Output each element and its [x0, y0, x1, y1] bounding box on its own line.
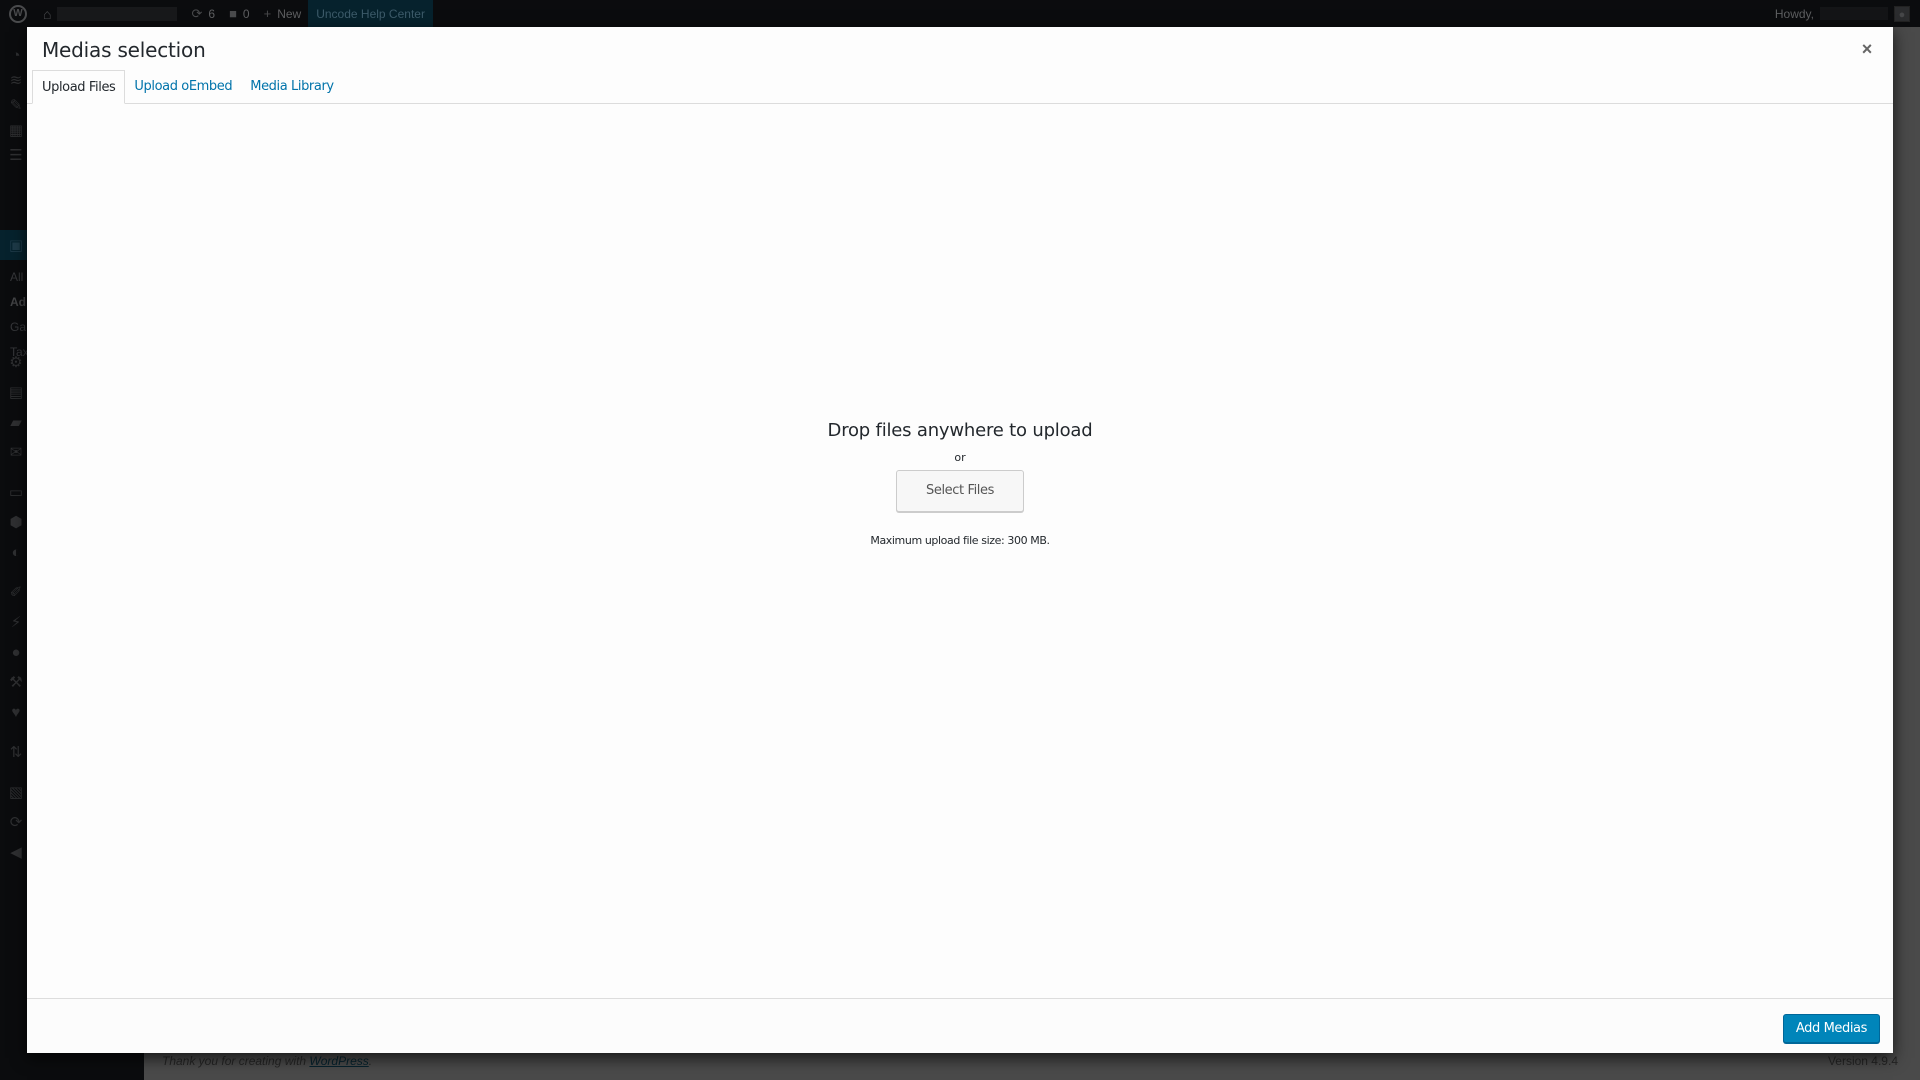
or-text: or — [954, 451, 966, 464]
pages-icon[interactable]: ▤ — [6, 382, 26, 402]
admin-bar: W ⌂ ⟳ 6 ■ 0 + New Uncode Help Center How… — [0, 0, 1920, 27]
home-icon: ⌂ — [43, 5, 52, 22]
appearance-icon[interactable]: ✐ — [6, 582, 26, 602]
max-upload-size: Maximum upload file size: 300 MB. — [870, 534, 1050, 547]
products-icon[interactable]: ⬢ — [6, 512, 26, 532]
media-icon: ▣ — [8, 237, 24, 254]
help-center-link[interactable]: Uncode Help Center — [308, 0, 433, 27]
avatar-icon: ● — [1894, 5, 1910, 22]
tab-upload-oembed[interactable]: Upload oEmbed — [125, 70, 241, 103]
tools-icon[interactable]: ⚒ — [6, 672, 26, 692]
rows-icon[interactable]: ☰ — [6, 145, 26, 165]
updates-count: 6 — [208, 6, 216, 21]
site-name-redacted — [57, 6, 178, 21]
footer-thanks-text: Thank you for creating with — [162, 1054, 310, 1068]
submenu-all[interactable]: All — [10, 270, 23, 284]
plus-icon: + — [263, 6, 272, 21]
add-medias-button[interactable]: Add Medias — [1782, 1014, 1880, 1043]
updates-icon: ⟳ — [191, 5, 203, 21]
site-name-menu[interactable]: ⌂ — [36, 0, 184, 27]
layers-icon[interactable]: ≋ — [6, 70, 26, 90]
mail-icon[interactable]: ✉ — [6, 442, 26, 462]
new-label: New — [277, 6, 302, 21]
footer-version: Version 4.9.4 — [1827, 1054, 1898, 1068]
medias-selection-modal: Medias selection × Upload Files Upload o… — [27, 27, 1893, 1053]
tab-upload-files[interactable]: Upload Files — [32, 70, 126, 104]
sync-icon[interactable]: ⟳ — [6, 812, 26, 832]
modal-footer: Add Medias — [27, 998, 1893, 1053]
collapse-menu-icon[interactable]: ◀ — [6, 842, 26, 862]
tab-media-library[interactable]: Media Library — [241, 70, 342, 103]
submenu-gallery[interactable]: Ga — [10, 320, 26, 334]
drop-icon[interactable]: ◐ — [6, 542, 26, 562]
howdy-label: Howdy, — [1774, 6, 1814, 21]
wp-logo-menu[interactable]: W — [0, 0, 36, 27]
updates-menu[interactable]: ⟳ 6 — [184, 0, 222, 27]
heart-icon[interactable]: ♥ — [6, 702, 26, 722]
submenu-add[interactable]: Ad — [10, 295, 26, 309]
drop-files-heading: Drop files anywhere to upload — [827, 420, 1093, 441]
account-menu[interactable]: Howdy, ● — [1775, 0, 1920, 27]
comments-icon[interactable]: ▰ — [6, 412, 26, 432]
footer-wordpress-link[interactable]: WordPress — [309, 1054, 368, 1068]
users-icon[interactable]: ● — [6, 642, 26, 662]
new-content-menu[interactable]: + New — [257, 0, 309, 27]
comment-icon: ■ — [229, 6, 237, 21]
media-tools-icon[interactable]: ⚙ — [6, 352, 26, 372]
upload-drop-zone[interactable]: Drop files anywhere to upload or Select … — [27, 104, 1893, 997]
comments-count: 0 — [242, 6, 250, 21]
footer-thanks-suffix: . — [368, 1054, 373, 1068]
modal-tabs: Upload Files Upload oEmbed Media Library — [27, 70, 1893, 104]
wordpress-logo-icon: W — [9, 4, 27, 23]
close-icon[interactable]: × — [1855, 37, 1879, 61]
upload-instructions: Drop files anywhere to upload or Select … — [27, 420, 1893, 547]
select-files-button[interactable]: Select Files — [896, 470, 1024, 512]
plugins-icon[interactable]: ⚡ — [6, 612, 26, 632]
pin-icon[interactable]: ✎ — [6, 95, 26, 115]
gallery-icon[interactable]: ▧ — [6, 782, 26, 802]
dashboard-icon[interactable]: ◔ — [6, 45, 26, 65]
footer-thanks: Thank you for creating with WordPress. — [162, 1054, 372, 1068]
comments-menu[interactable]: ■ 0 — [222, 0, 257, 27]
sort-icon[interactable]: ⇅ — [6, 742, 26, 762]
woocommerce-icon[interactable]: ▭ — [6, 482, 26, 502]
modal-title: Medias selection — [42, 38, 206, 62]
username-redacted — [1820, 7, 1888, 20]
grid-icon[interactable]: ▦ — [6, 120, 26, 140]
